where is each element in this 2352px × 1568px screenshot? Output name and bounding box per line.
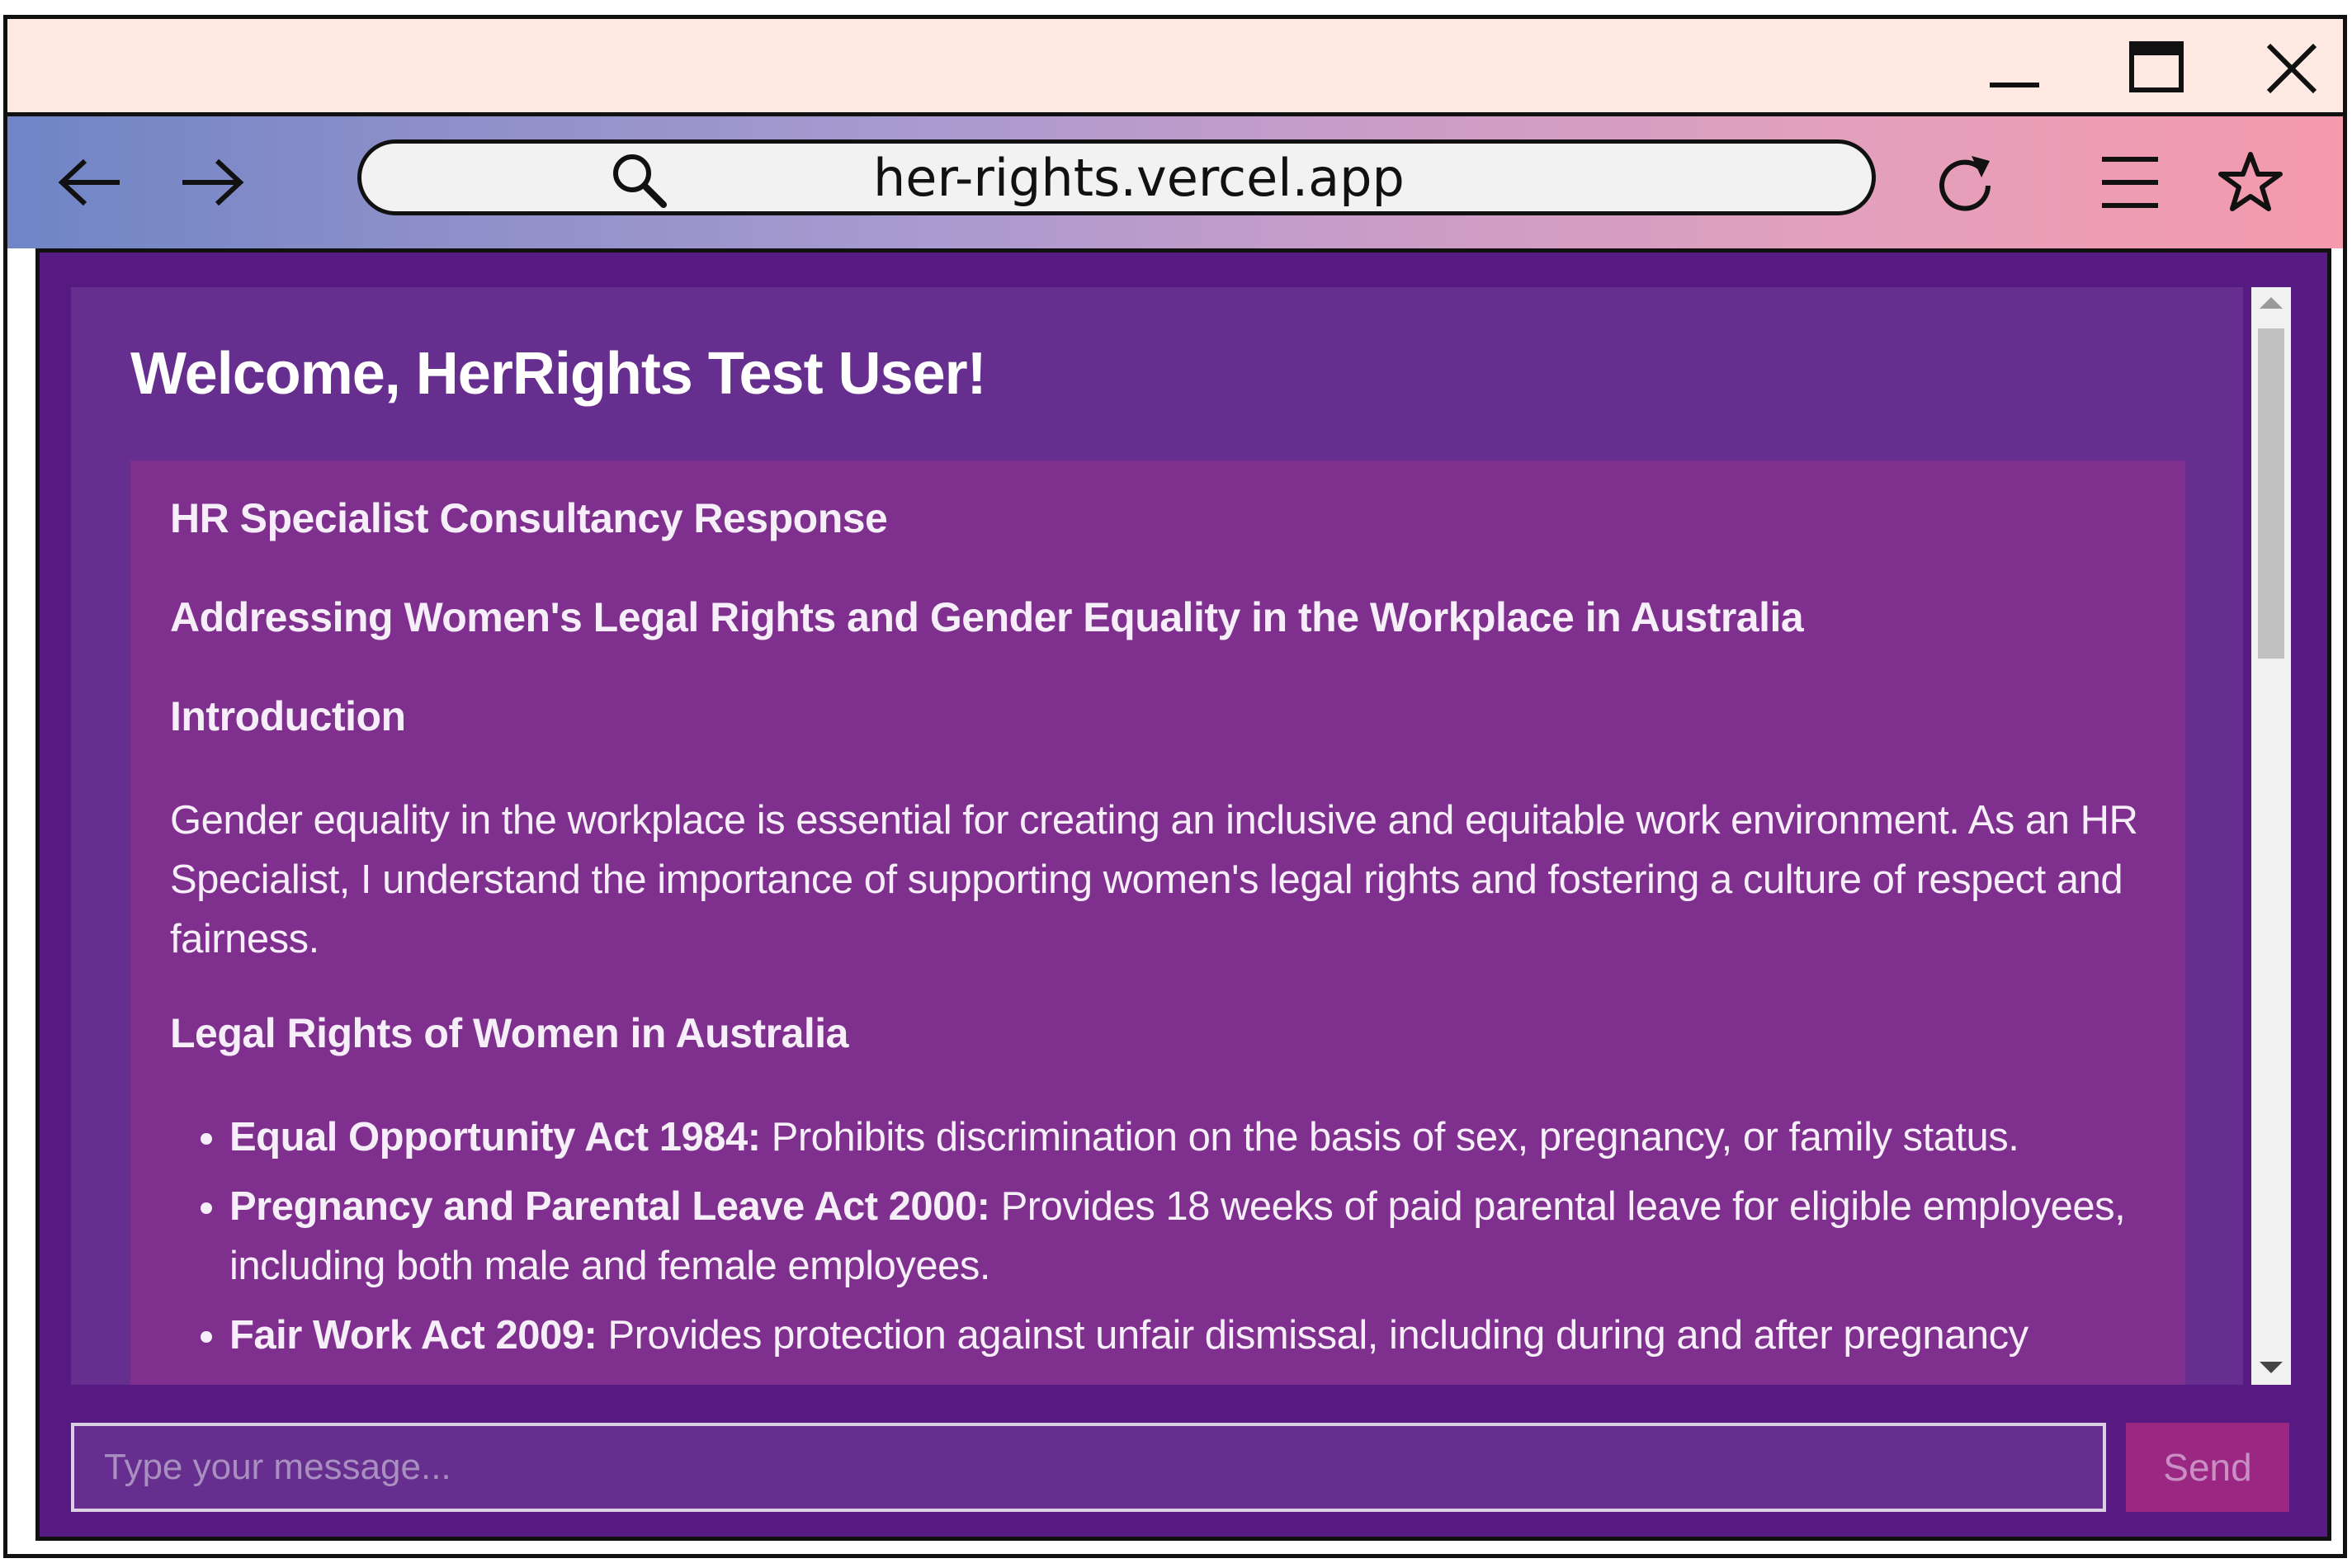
address-bar[interactable]: her-rights.vercel.app — [357, 139, 1876, 215]
chat-panel[interactable]: Welcome, HerRights Test User! HR Special… — [71, 287, 2243, 1385]
list-item: Fair Work Act 2009: Provides protection … — [229, 1306, 2146, 1365]
menu-icon[interactable] — [2095, 151, 2165, 214]
law-name: Pregnancy and Parental Leave Act 2000: — [229, 1184, 990, 1229]
maximize-icon[interactable] — [2125, 37, 2188, 100]
page-title: Welcome, HerRights Test User! — [130, 341, 987, 407]
law-name: Fair Work Act 2009: — [229, 1313, 597, 1358]
close-icon[interactable] — [2260, 37, 2323, 100]
response-card: HR Specialist Consultancy Response Addre… — [130, 460, 2185, 1385]
scrollbar[interactable] — [2251, 287, 2291, 1385]
arrow-right-icon[interactable] — [177, 151, 247, 214]
scroll-up-arrow-icon[interactable] — [2260, 297, 2283, 309]
browser-toolbar: her-rights.vercel.app — [7, 116, 2343, 248]
scroll-thumb[interactable] — [2258, 328, 2284, 659]
introduction-heading: Introduction — [170, 693, 406, 739]
title-bar — [7, 19, 2343, 116]
browser-window: her-rights.vercel.app Welcome, HerRights… — [3, 15, 2347, 1558]
reload-icon[interactable] — [1930, 151, 2000, 214]
page-viewport: Welcome, HerRights Test User! HR Special… — [35, 248, 2331, 1541]
introduction-text: Gender equality in the workplace is esse… — [170, 798, 2138, 961]
list-item: Pregnancy and Parental Leave Act 2000: P… — [229, 1177, 2146, 1296]
legal-rights-list: Equal Opportunity Act 1984: Prohibits di… — [170, 1108, 2146, 1365]
search-icon — [609, 150, 668, 210]
arrow-left-icon[interactable] — [55, 151, 125, 214]
law-name: Equal Opportunity Act 1984: — [229, 1115, 761, 1159]
law-description: Prohibits discrimination on the basis of… — [760, 1115, 2019, 1159]
message-input[interactable] — [71, 1423, 2106, 1512]
response-subheading: Addressing Women's Legal Rights and Gend… — [170, 594, 1804, 640]
law-description: Provides protection against unfair dismi… — [597, 1313, 2028, 1358]
send-button[interactable]: Send — [2126, 1423, 2289, 1512]
list-item: Equal Opportunity Act 1984: Prohibits di… — [229, 1108, 2146, 1167]
star-icon[interactable] — [2216, 151, 2285, 214]
legal-rights-heading: Legal Rights of Women in Australia — [170, 1010, 848, 1056]
url-text[interactable]: her-rights.vercel.app — [873, 149, 1405, 208]
minimize-icon[interactable] — [1983, 37, 2046, 100]
response-heading: HR Specialist Consultancy Response — [170, 495, 888, 541]
scroll-down-arrow-icon[interactable] — [2260, 1362, 2283, 1373]
